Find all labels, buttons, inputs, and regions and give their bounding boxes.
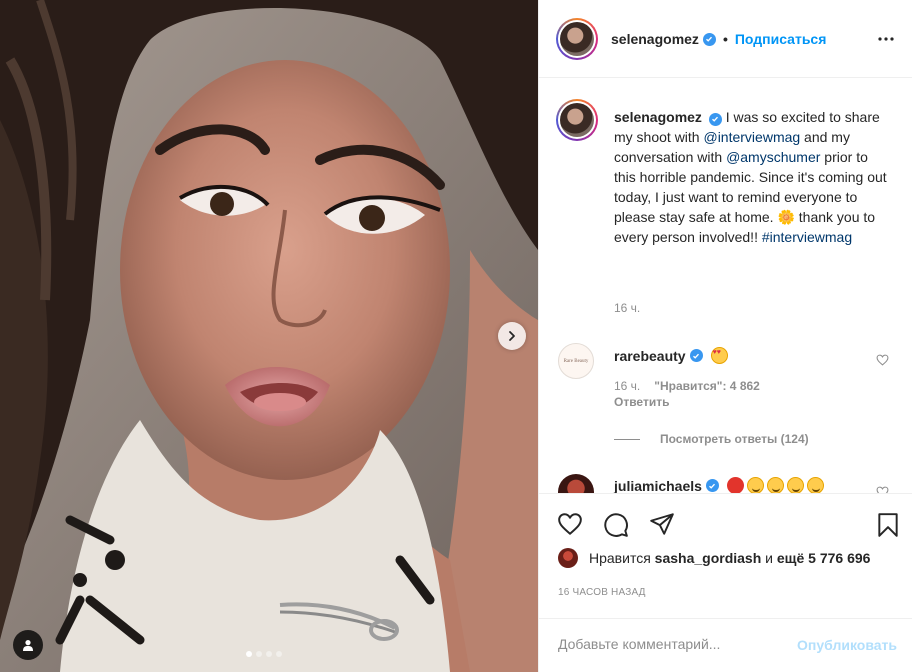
more-options-button[interactable]: [877, 30, 895, 53]
comment-author: juliamichaels: [614, 477, 824, 493]
more-horizontal-icon: [878, 37, 894, 41]
comment-button[interactable]: [603, 512, 629, 543]
user-icon: [23, 640, 33, 651]
smile-emoji-icon: [766, 477, 784, 493]
liker-username[interactable]: sasha_gordiash: [655, 550, 762, 566]
commenter-avatar[interactable]: Rare Beauty: [558, 343, 594, 379]
liker-avatar[interactable]: [558, 548, 578, 568]
follow-button[interactable]: Подписаться: [735, 31, 827, 47]
view-replies-label: Посмотреть ответы (124): [660, 432, 809, 446]
tagged-users-button[interactable]: [13, 630, 43, 660]
post-actions: Нравится sasha_gordiash и ещё 5 776 696 …: [539, 493, 912, 672]
author-username[interactable]: selenagomez: [611, 31, 699, 47]
bookmark-icon: [878, 513, 898, 537]
verified-badge-icon: [708, 112, 722, 126]
comment-timestamp[interactable]: 16 ч.: [614, 379, 640, 393]
likes-prefix: Нравится: [589, 550, 651, 566]
comment-emojis: [726, 477, 824, 493]
avatar-logo-text: Rare Beauty: [563, 358, 589, 364]
comment-likes-count[interactable]: "Нравится": 4 862: [654, 379, 760, 393]
heart-outline-icon: [558, 513, 582, 535]
carousel-dot: [256, 651, 262, 657]
post-photo[interactable]: [0, 0, 538, 672]
post-timestamp[interactable]: 16 часов назад: [558, 587, 646, 598]
comment-username[interactable]: rarebeauty: [614, 348, 686, 364]
verified-badge-icon: [705, 479, 719, 492]
carousel-dot: [276, 651, 282, 657]
portrait-image: [0, 0, 538, 672]
verified-badge-icon: [689, 349, 703, 362]
comment-meta: 16 ч. "Нравится": 4 862: [614, 379, 760, 393]
paper-plane-icon: [650, 513, 674, 535]
comment-bubble-icon: [604, 513, 628, 537]
smile-emoji-icon: [806, 477, 824, 493]
angry-emoji-icon: [726, 477, 744, 493]
likes-summary: Нравится sasha_gordiash и ещё 5 776 696: [558, 548, 870, 568]
caption-timestamp[interactable]: 16 ч.: [614, 301, 640, 315]
like-comment-button[interactable]: [876, 353, 889, 371]
view-replies-button[interactable]: Посмотреть ответы (124): [614, 432, 809, 446]
author-avatar[interactable]: [556, 18, 598, 60]
heart-eyes-emoji-icon: [710, 347, 728, 364]
share-button[interactable]: [649, 512, 675, 541]
comment-author: rarebeauty: [614, 347, 728, 364]
carousel-dot: [266, 651, 272, 657]
carousel-dot: [246, 651, 252, 657]
chevron-right-icon: [509, 331, 515, 341]
replies-divider: [614, 438, 640, 440]
mention-link[interactable]: @interviewmag: [703, 129, 800, 145]
like-button[interactable]: [557, 512, 583, 541]
commenter-avatar[interactable]: [558, 474, 594, 493]
author-info: selenagomez • Подписаться: [611, 31, 826, 47]
separator-dot: •: [722, 31, 728, 47]
post-side-panel: selenagomez • Подписаться selenagomez I …: [538, 0, 912, 672]
add-comment-form: Опубликовать: [539, 618, 912, 672]
hashtag-link[interactable]: #interviewmag: [762, 229, 852, 245]
comment-input[interactable]: [558, 636, 778, 652]
smile-emoji-icon: [786, 477, 804, 493]
save-button[interactable]: [877, 512, 899, 543]
post-caption: selenagomez I was so excited to share my…: [614, 107, 888, 247]
likes-conjunction: и: [765, 550, 773, 566]
post-header: selenagomez • Подписаться: [539, 0, 912, 78]
comment-username[interactable]: juliamichaels: [614, 478, 702, 494]
comments-list[interactable]: selenagomez I was so excited to share my…: [539, 79, 912, 493]
reply-button[interactable]: Ответить: [614, 395, 669, 409]
flower-emoji: 🌼: [777, 209, 795, 225]
publish-button[interactable]: Опубликовать: [797, 637, 897, 653]
mention-link[interactable]: @amyschumer: [726, 149, 820, 165]
smile-emoji-icon: [746, 477, 764, 493]
like-comment-button[interactable]: [876, 485, 889, 493]
verified-badge-icon: [702, 32, 716, 46]
caption-username[interactable]: selenagomez: [614, 109, 702, 125]
next-photo-button[interactable]: [498, 322, 526, 350]
caption-avatar[interactable]: [556, 99, 598, 141]
heart-outline-icon: [876, 354, 889, 366]
likes-count-link[interactable]: ещё 5 776 696: [777, 550, 871, 566]
heart-outline-icon: [876, 486, 889, 493]
carousel-indicator: [246, 651, 282, 657]
